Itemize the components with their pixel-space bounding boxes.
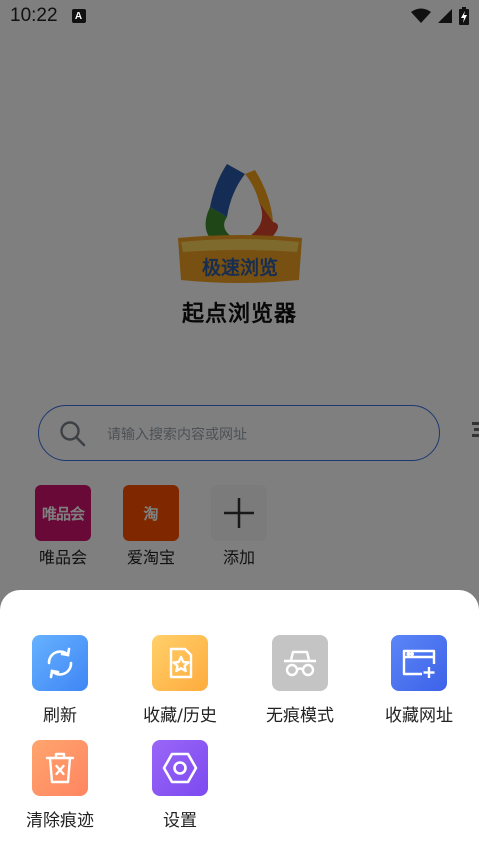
clock: 10:22 — [10, 5, 58, 26]
cellular-signal-icon — [438, 9, 452, 23]
bookmarks-history-label: 收藏/历史 — [143, 706, 217, 726]
menu-bottom-sheet: 刷新 收藏/历史 无痕模式 收藏网址 清除痕迹 设置 — [0, 590, 479, 851]
settings-label: 设置 — [163, 811, 197, 831]
battery-charging-icon — [459, 7, 469, 25]
bookmarks-history-button[interactable]: 收藏/历史 — [125, 635, 235, 726]
bookmark-url-button[interactable]: 收藏网址 — [364, 635, 474, 726]
wifi-icon — [411, 8, 431, 23]
add-bookmark-icon — [391, 635, 447, 691]
refresh-button[interactable]: 刷新 — [5, 635, 115, 726]
settings-button[interactable]: 设置 — [125, 740, 235, 831]
bookmark-url-label: 收藏网址 — [385, 706, 453, 726]
incognito-icon — [272, 635, 328, 691]
clear-traces-label: 清除痕迹 — [26, 811, 94, 831]
notification-a-icon: A — [71, 9, 86, 23]
clear-traces-button[interactable]: 清除痕迹 — [5, 740, 115, 831]
refresh-label: 刷新 — [43, 706, 77, 726]
settings-icon — [152, 740, 208, 796]
bookmark-history-icon — [152, 635, 208, 691]
incognito-mode-label: 无痕模式 — [266, 706, 334, 726]
refresh-icon — [32, 635, 88, 691]
clear-trash-icon — [32, 740, 88, 796]
status-bar: 10:22 A — [0, 0, 479, 32]
incognito-mode-button[interactable]: 无痕模式 — [245, 635, 355, 726]
